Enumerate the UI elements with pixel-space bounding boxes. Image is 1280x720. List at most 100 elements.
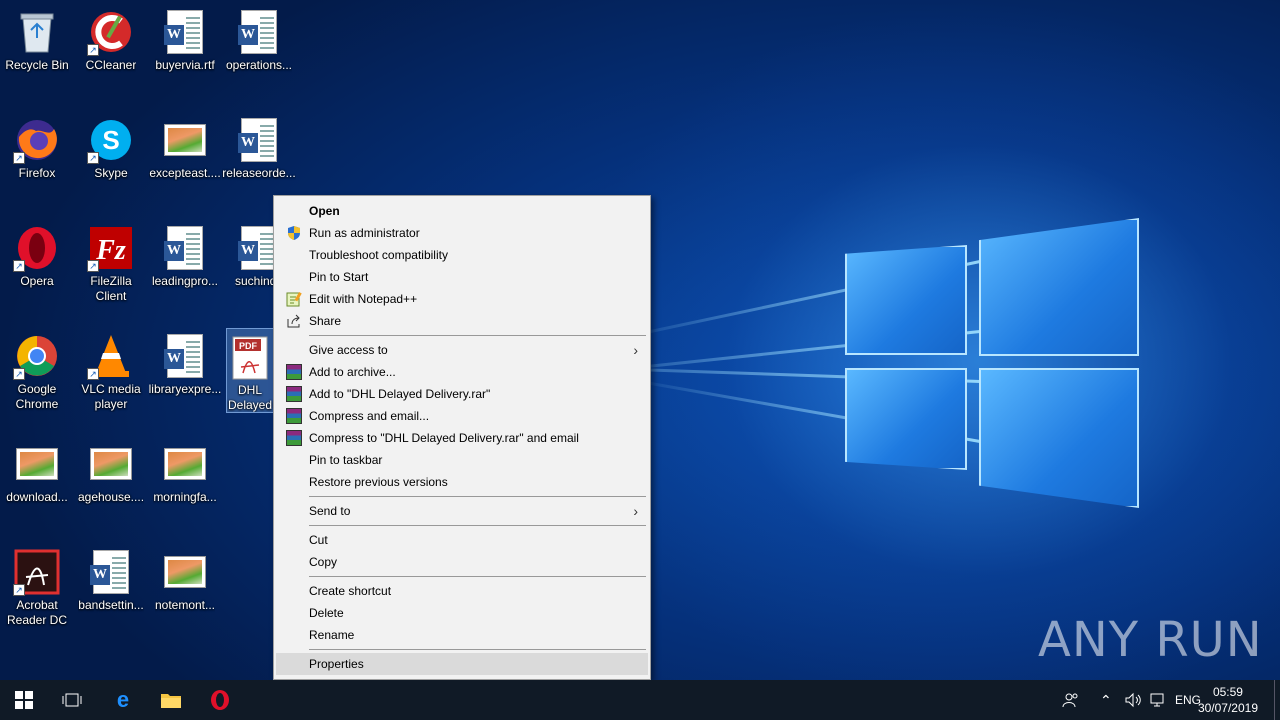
windows-logo-pane [845, 368, 967, 470]
menu-item-edit-with-notepad[interactable]: Edit with Notepad++ [276, 288, 648, 310]
word-document-icon: W [87, 548, 135, 596]
icon-label: excepteast.... [149, 166, 221, 180]
menu-item-create-shortcut[interactable]: Create shortcut [276, 580, 648, 602]
taskbar-file-explorer-button[interactable] [147, 680, 195, 720]
menu-item-label: Compress and email... [309, 409, 430, 423]
shortcut-arrow-icon: ↗ [87, 260, 99, 272]
icon-label: Acrobat Reader DC [6, 598, 68, 627]
menu-separator [309, 525, 646, 526]
menu-item-copy[interactable]: Copy [276, 551, 648, 573]
desktop-icon-operations[interactable]: W operations... [222, 2, 296, 102]
taskbar-edge-button[interactable]: e [99, 680, 147, 720]
menu-item-give-access-to[interactable]: Give access to › [276, 339, 648, 361]
windows-logo-pane [845, 245, 967, 355]
menu-item-add-to-archive[interactable]: Add to archive... [276, 361, 648, 383]
menu-item-label: Share [309, 314, 342, 328]
icon-label: buyervia.rtf [155, 58, 215, 72]
menu-item-pin-to-taskbar[interactable]: Pin to taskbar [276, 449, 648, 471]
task-view-button[interactable] [48, 680, 96, 720]
windows-logo-pane [979, 218, 1139, 356]
skype-icon: S ↗ [87, 116, 135, 164]
clock-time: 05:59 [1212, 685, 1243, 699]
desktop-icon-libraryexpre[interactable]: W libraryexpre... [148, 326, 222, 426]
icon-label: Skype [94, 166, 128, 180]
share-icon [286, 313, 302, 329]
network-icon [1150, 693, 1164, 707]
notepad-plus-plus-icon [286, 291, 302, 307]
menu-separator [309, 649, 646, 650]
show-desktop-button[interactable] [1274, 680, 1280, 720]
icon-label: operations... [225, 58, 293, 72]
word-document-icon: W [161, 332, 209, 380]
icon-label: libraryexpre... [148, 382, 222, 396]
context-menu: Open Run as administrator Troubleshoot c… [273, 195, 651, 680]
menu-item-label: Give access to [309, 343, 388, 357]
desktop-icon-download[interactable]: download... [0, 434, 74, 534]
menu-item-share[interactable]: Share [276, 310, 648, 332]
network-button[interactable] [1149, 680, 1167, 720]
icon-label: FileZilla Client [90, 274, 132, 303]
menu-item-add-to-rar[interactable]: Add to "DHL Delayed Delivery.rar" [276, 383, 648, 405]
menu-item-cut[interactable]: Cut [276, 529, 648, 551]
windows-logo-pane [979, 368, 1139, 508]
chrome-icon: ↗ [13, 332, 61, 380]
icon-label: Recycle Bin [5, 58, 69, 72]
folder-icon [161, 694, 181, 708]
image-file-icon [13, 440, 61, 488]
taskbar-opera-button[interactable] [196, 680, 244, 720]
icon-label: releaseorde... [222, 166, 296, 180]
windows-start-icon [15, 691, 33, 709]
menu-item-restore-previous-versions[interactable]: Restore previous versions [276, 471, 648, 493]
desktop-icon-leadingpro[interactable]: W leadingpro... [148, 218, 222, 318]
menu-item-properties[interactable]: Properties [276, 653, 648, 675]
menu-item-open[interactable]: Open [276, 200, 648, 222]
system-clock[interactable]: 05:59 30/07/2019 [1198, 684, 1258, 716]
svg-text:e: e [117, 689, 129, 711]
menu-item-label: Add to archive... [309, 365, 396, 379]
icon-label: DHL Delayed Delivery [227, 383, 273, 412]
menu-item-troubleshoot-compatibility[interactable]: Troubleshoot compatibility [276, 244, 648, 266]
shortcut-arrow-icon: ↗ [13, 368, 25, 380]
menu-item-delete[interactable]: Delete [276, 602, 648, 624]
icon-label: VLC media player [81, 382, 141, 411]
desktop-icon-acrobat[interactable]: ↗ Acrobat Reader DC [0, 542, 74, 642]
menu-item-run-as-administrator[interactable]: Run as administrator [276, 222, 648, 244]
recycle-bin-icon [13, 8, 61, 56]
desktop-icon-ccleaner[interactable]: ↗ CCleaner [74, 2, 148, 102]
shortcut-arrow-icon: ↗ [87, 152, 99, 164]
ccleaner-icon: ↗ [87, 8, 135, 56]
svg-text:S: S [102, 125, 119, 155]
desktop-icon-buyervia[interactable]: W buyervia.rtf [148, 2, 222, 102]
menu-item-pin-to-start[interactable]: Pin to Start [276, 266, 648, 288]
desktop-icon-vlc[interactable]: ↗ VLC media player [74, 326, 148, 426]
opera-icon: ↗ [13, 224, 61, 272]
show-hidden-icons-button[interactable]: ⌃ [1100, 680, 1112, 720]
menu-item-compress-to-rar-and-email[interactable]: Compress to "DHL Delayed Delivery.rar" a… [276, 427, 648, 449]
desktop-icon-agehouse[interactable]: agehouse.... [74, 434, 148, 534]
pdf-file-icon: PDF [227, 335, 273, 381]
desktop-icon-bandsettin[interactable]: W bandsettin... [74, 542, 148, 642]
menu-item-send-to[interactable]: Send to › [276, 500, 648, 522]
desktop-icon-excepteast[interactable]: excepteast.... [148, 110, 222, 210]
desktop-icon-morningfa[interactable]: morningfa... [148, 434, 222, 534]
desktop-icon-notemont[interactable]: notemont... [148, 542, 222, 642]
desktop-icon-filezilla[interactable]: Fz ↗ FileZilla Client [74, 218, 148, 318]
desktop-icon-recycle-bin[interactable]: Recycle Bin [0, 2, 74, 102]
icon-label: Firefox [18, 166, 56, 180]
svg-text:PDF: PDF [239, 341, 258, 351]
menu-item-rename[interactable]: Rename [276, 624, 648, 646]
volume-button[interactable] [1124, 680, 1142, 720]
desktop-icon-dhl-delayed-delivery[interactable]: PDF DHL Delayed Delivery [226, 328, 274, 413]
desktop-icon-chrome[interactable]: ↗ Google Chrome [0, 326, 74, 426]
desktop-icon-firefox[interactable]: ↗ Firefox [0, 110, 74, 210]
menu-item-compress-and-email[interactable]: Compress and email... [276, 405, 648, 427]
shortcut-arrow-icon: ↗ [13, 152, 25, 164]
desktop-icon-skype[interactable]: S ↗ Skype [74, 110, 148, 210]
icon-label: Google Chrome [15, 382, 59, 411]
people-button[interactable] [1062, 680, 1080, 720]
start-button[interactable] [0, 680, 48, 720]
winrar-icon [286, 364, 302, 380]
word-document-icon: W [161, 224, 209, 272]
desktop-icon-opera[interactable]: ↗ Opera [0, 218, 74, 318]
image-file-icon [161, 116, 209, 164]
